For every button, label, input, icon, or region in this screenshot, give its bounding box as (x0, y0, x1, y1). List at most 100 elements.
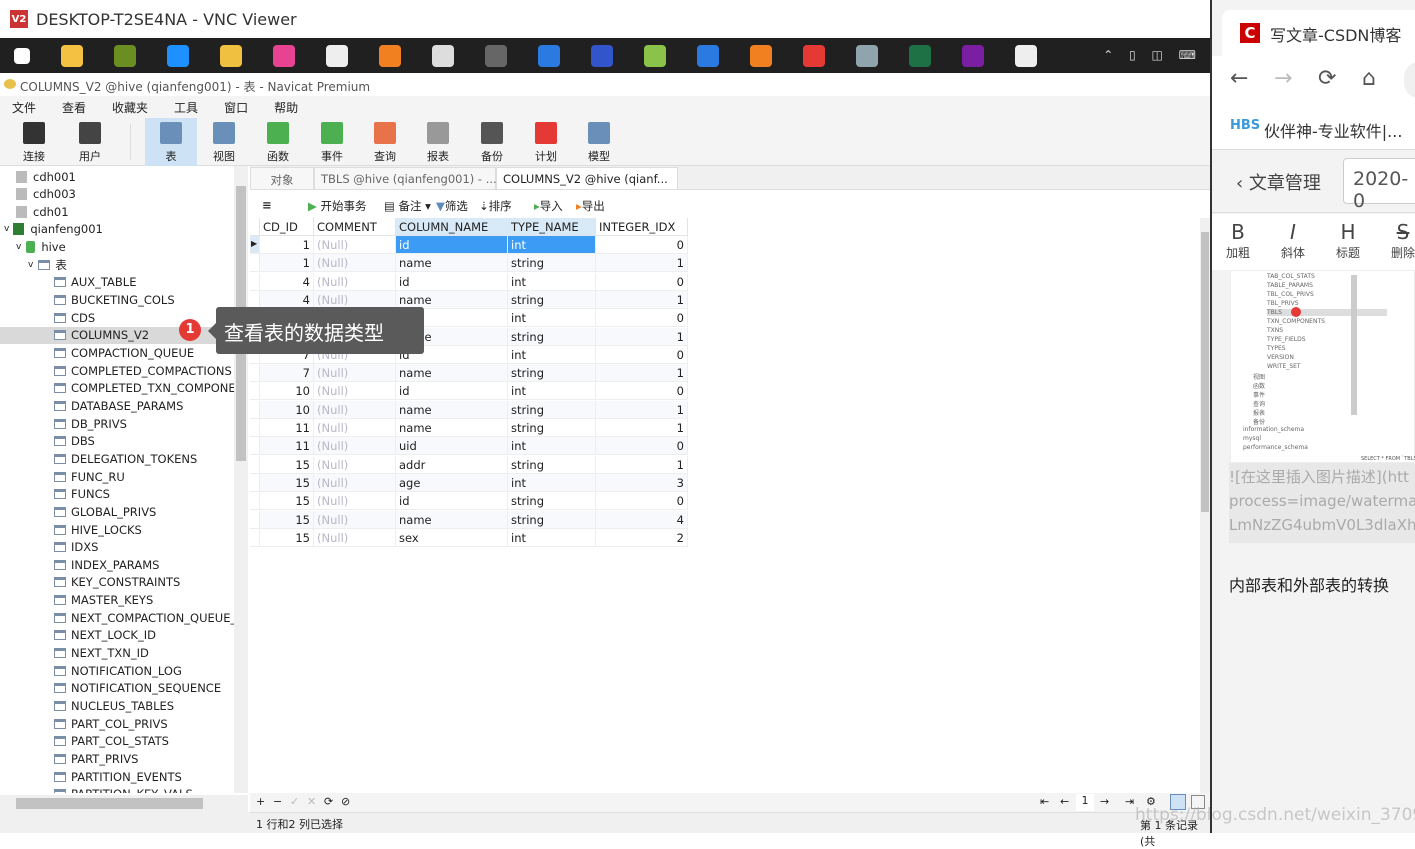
row-indicator[interactable] (250, 419, 260, 437)
tree-table-item[interactable]: DBS (54, 433, 95, 450)
tree-table-item[interactable]: NOTIFICATION_LOG (54, 662, 182, 679)
sort-button[interactable]: ⇣排序 (479, 198, 512, 214)
grid-cell-integer_idx[interactable]: 1 (596, 400, 688, 419)
grid-action-button[interactable]: − (273, 795, 282, 808)
page-nav-button[interactable]: ⇤ (1040, 795, 1049, 808)
grid-cell-integer_idx[interactable]: 0 (596, 272, 688, 291)
forward-icon[interactable]: → (1274, 66, 1292, 91)
grid-cell-cd_id[interactable]: 15 (260, 473, 314, 492)
format-斜体-button[interactable]: I 斜体 (1273, 220, 1313, 261)
tree-table-item[interactable]: CDS (54, 309, 95, 326)
tree-table-item[interactable]: DATABASE_PARAMS (54, 397, 183, 414)
grid-cell-column_name[interactable]: id (396, 236, 508, 254)
app-purple-icon[interactable] (962, 44, 984, 67)
grid-cell-type_name[interactable]: string (508, 290, 596, 309)
page-nav-button[interactable]: ← (1060, 795, 1069, 808)
column-header-column_name[interactable]: COLUMN_NAME (396, 218, 508, 236)
tree-table-item[interactable]: NEXT_COMPACTION_QUEUE_ID (54, 609, 248, 626)
row-indicator[interactable] (250, 437, 260, 456)
tab-columns-v2[interactable]: COLUMNS_V2 @hive (qianf... (496, 167, 678, 190)
grid-cell-integer_idx[interactable]: 1 (596, 364, 688, 383)
row-indicator[interactable] (250, 528, 260, 547)
grid-cell-cd_id[interactable]: 1 (260, 236, 314, 254)
grid-cell-type_name[interactable]: string (508, 254, 596, 273)
row-indicator[interactable] (250, 382, 260, 401)
tree-hscroll-thumb[interactable] (16, 798, 203, 809)
tree-table-item[interactable]: COMPACTION_QUEUE (54, 345, 194, 362)
grid-cell-integer_idx[interactable]: 3 (596, 473, 688, 492)
grid-cell-type_name[interactable]: int (508, 272, 596, 291)
bookmark-item[interactable]: 伙伴神-专业软件|... (1264, 122, 1402, 141)
row-indicator[interactable] (250, 473, 260, 492)
tree-table-item[interactable]: MASTER_KEYS (54, 592, 153, 609)
toolbar-table-button[interactable]: 表 (145, 118, 197, 166)
grid-cell-integer_idx[interactable]: 4 (596, 510, 688, 529)
menu-5[interactable]: 帮助 (264, 99, 308, 116)
typora-icon[interactable] (432, 44, 454, 67)
grid-cell-cd_id[interactable]: 15 (260, 510, 314, 529)
grid-cell-comment[interactable]: (Null) (314, 236, 396, 254)
grid-cell-comment[interactable]: (Null) (314, 473, 396, 492)
tree-table-item[interactable]: PART_PRIVS (54, 750, 138, 767)
tree-table-item[interactable]: BUCKETING_COLS (54, 292, 175, 309)
grid-cell-cd_id[interactable]: 10 (260, 400, 314, 419)
app-face-icon[interactable] (379, 44, 401, 67)
article-title-input[interactable]: 2020-0 (1343, 158, 1415, 212)
tab-tbls[interactable]: TBLS @hive (qianfeng001) - ... (314, 167, 497, 190)
menu-2[interactable]: 收藏夹 (102, 99, 158, 116)
grid-cell-type_name[interactable]: int (508, 345, 596, 364)
toolbar-view-button[interactable]: 视图 (198, 118, 250, 166)
grid-cell-type_name[interactable]: string (508, 400, 596, 419)
markdown-image-text[interactable]: ![在这里插入图片描述](htt process=image/watermar Lm… (1229, 463, 1415, 543)
page-number-input[interactable]: 1 (1076, 794, 1094, 811)
grid-cell-cd_id[interactable]: 15 (260, 492, 314, 511)
tree-table-item[interactable]: DB_PRIVS (54, 415, 127, 432)
tree-table-item[interactable]: FUNCS (54, 486, 110, 503)
tree-tables-folder[interactable]: v表 (28, 256, 67, 273)
app-bear-icon[interactable] (326, 44, 348, 67)
format-标题-button[interactable]: H 标题 (1328, 220, 1368, 261)
app-bear-2-icon[interactable] (1015, 44, 1037, 67)
toolbar-event-button[interactable]: 事件 (306, 118, 358, 166)
tree-connection[interactable]: cdh003 (16, 186, 76, 203)
row-indicator[interactable]: ▶ (250, 236, 260, 254)
grid-cell-comment[interactable]: (Null) (314, 455, 396, 474)
import-button[interactable]: ▸导入 (534, 198, 563, 214)
grid-cell-type_name[interactable]: string (508, 492, 596, 511)
page-nav-button[interactable]: ⇥ (1125, 795, 1134, 808)
row-indicator[interactable] (250, 364, 260, 383)
toolbar-function-button[interactable]: 函数 (252, 118, 304, 166)
windows-start-icon[interactable] (14, 47, 30, 64)
tree-table-item[interactable]: HIVE_LOCKS (54, 521, 142, 538)
grid-action-button[interactable]: + (256, 795, 265, 808)
tree-table-item[interactable]: NEXT_LOCK_ID (54, 627, 156, 644)
sogou-icon[interactable] (538, 44, 560, 67)
grid-cell-integer_idx[interactable]: 1 (596, 455, 688, 474)
grid-cell-comment[interactable]: (Null) (314, 437, 396, 456)
toolbar-schedule-button[interactable]: 计划 (520, 118, 572, 166)
grid-cell-integer_idx[interactable]: 0 (596, 345, 688, 364)
menu-button[interactable]: ≡ (262, 198, 272, 212)
grid-cell-comment[interactable]: (Null) (314, 528, 396, 547)
toolbar-backup-button[interactable]: 备份 (466, 118, 518, 166)
excel-icon[interactable] (909, 44, 931, 67)
intellij-icon[interactable] (273, 44, 295, 67)
grid-cell-cd_id[interactable]: 10 (260, 382, 314, 401)
grid-cell-column_name[interactable]: age (396, 473, 508, 492)
grid-cell-cd_id[interactable]: 7 (260, 364, 314, 383)
toolbar-model-button[interactable]: 模型 (573, 118, 625, 166)
row-indicator[interactable] (250, 254, 260, 273)
format-删除-button[interactable]: S 删除 (1383, 220, 1415, 261)
grid-cell-integer_idx[interactable]: 0 (596, 492, 688, 511)
grid-cell-type_name[interactable]: int (508, 236, 596, 254)
app-orange-icon[interactable] (750, 44, 772, 67)
grid-cell-column_name[interactable]: id (396, 492, 508, 511)
grid-cell-type_name[interactable]: int (508, 309, 596, 328)
tree-table-item[interactable]: PARTITION_KEY_VALS (54, 786, 193, 793)
begin-transaction-button[interactable]: ▶ 开始事务 (308, 198, 367, 214)
grid-cell-integer_idx[interactable]: 1 (596, 254, 688, 273)
tree-connection[interactable]: v qianfeng001 (4, 221, 103, 238)
grid-cell-type_name[interactable]: string (508, 455, 596, 474)
grid-cell-column_name[interactable]: name (396, 400, 508, 419)
grid-cell-integer_idx[interactable]: 0 (596, 309, 688, 328)
